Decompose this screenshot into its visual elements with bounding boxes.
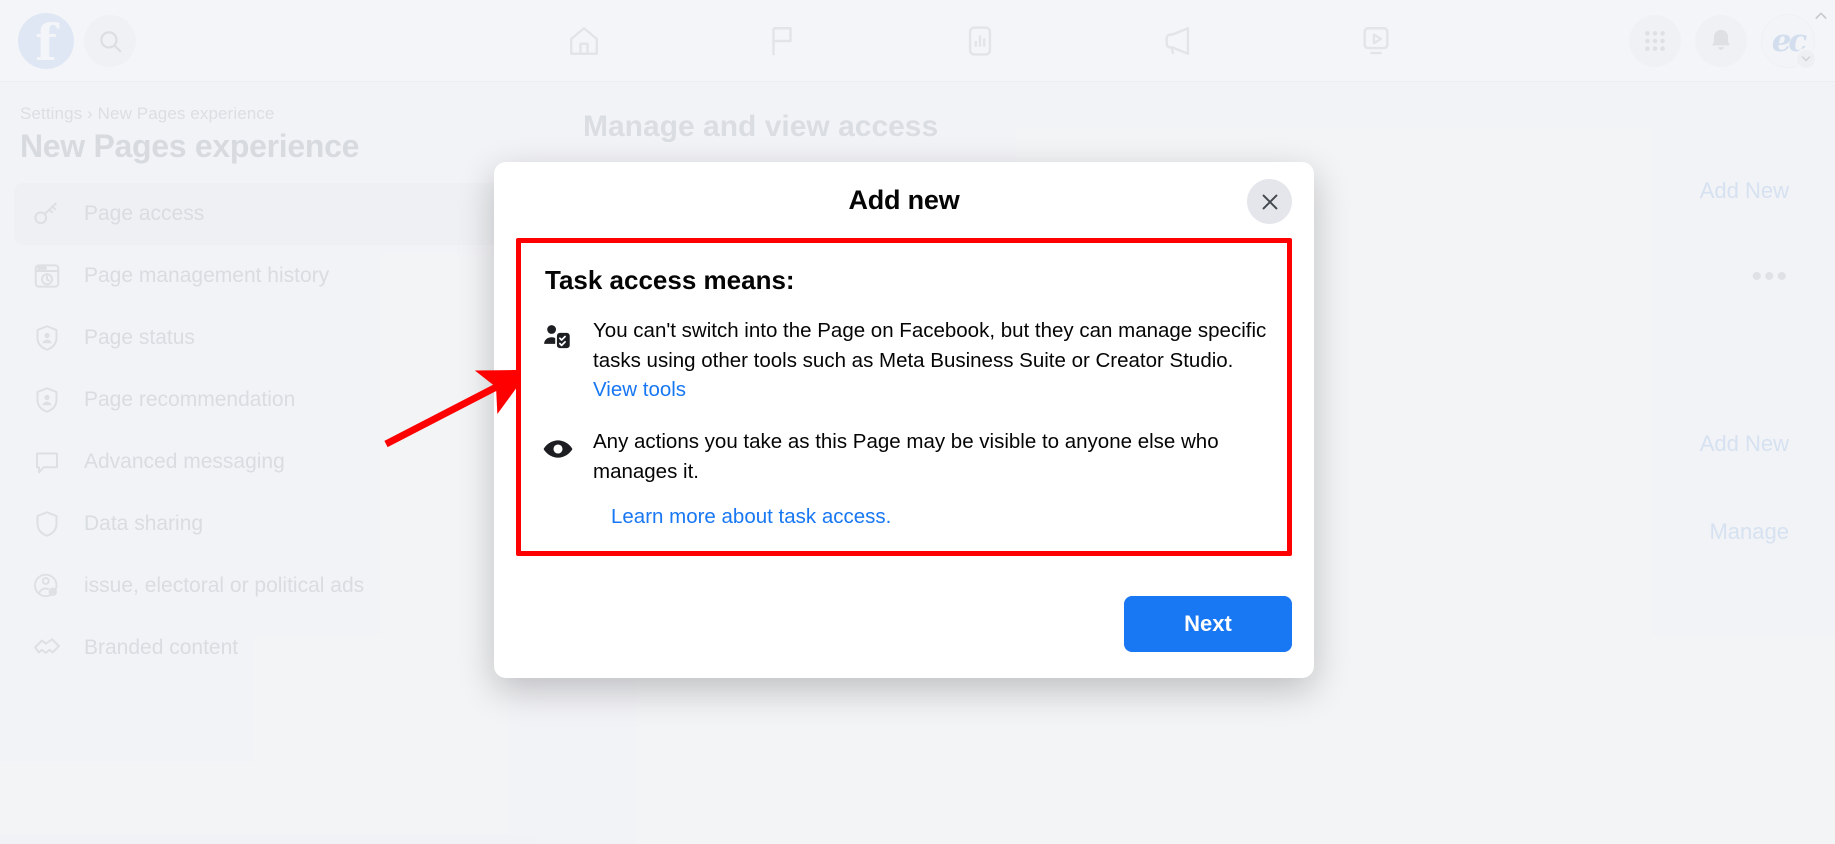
bullet-text: Any actions you take as this Page may be…: [593, 430, 1219, 483]
close-icon[interactable]: [1247, 179, 1292, 224]
sidebar-item-label: Page recommendation: [84, 388, 296, 411]
modal-body: Task access means: You can't switch into…: [494, 238, 1314, 572]
add-new-link[interactable]: Add New: [1700, 431, 1789, 457]
screen: f ec Settings › New Pages experience New…: [0, 0, 1835, 844]
sidebar-item-page-access[interactable]: Page access: [14, 183, 523, 245]
bell-icon[interactable]: [1695, 14, 1747, 67]
sidebar-item-label: Page status: [84, 326, 195, 349]
megaphone-icon[interactable]: [1141, 14, 1215, 68]
modal-header: Add new: [494, 162, 1314, 238]
ellipsis-icon[interactable]: •••: [1751, 262, 1789, 292]
add-new-modal: Add new Task access means: You can't swi…: [494, 162, 1314, 678]
speech-bubble-icon: [30, 445, 64, 479]
insights-chart-icon[interactable]: [943, 14, 1017, 68]
annotation-highlight-box: Task access means: You can't switch into…: [516, 238, 1292, 556]
add-new-link[interactable]: Add New: [1700, 178, 1789, 204]
history-window-icon: [30, 259, 64, 293]
search-icon[interactable]: [84, 14, 136, 67]
sidebar-item-label: Branded content: [84, 636, 239, 659]
sidebar-item-label: Advanced messaging: [84, 450, 285, 473]
sidebar-item-label: Page access: [84, 202, 205, 225]
sidebar-item-page-management-history[interactable]: Page management history: [14, 245, 523, 307]
sidebar-item-label: Data sharing: [84, 512, 204, 535]
sidebar-item-label: Page management history: [84, 264, 330, 287]
sidebar-item-page-status[interactable]: Page status: [14, 307, 523, 369]
home-icon[interactable]: [547, 14, 621, 68]
handshake-icon: [30, 631, 64, 665]
grid-menu-icon[interactable]: [1629, 14, 1681, 67]
top-navigation-bar: f ec: [0, 0, 1835, 82]
sidebar-item-issue-electoral-political-ads[interactable]: issue, electoral or political ads: [14, 555, 523, 617]
shield-person-icon: [30, 321, 64, 355]
key-icon: [30, 197, 64, 231]
topbar-nav-group: [330, 14, 1629, 68]
scroll-up-arrow-icon[interactable]: [1813, 8, 1829, 29]
eye-icon: [541, 427, 575, 486]
learn-more-link[interactable]: Learn more about task access.: [611, 505, 891, 528]
breadcrumb[interactable]: Settings › New Pages experience: [14, 96, 523, 124]
modal-title: Add new: [848, 184, 960, 215]
bullet-body: You can't switch into the Page on Facebo…: [593, 319, 1267, 372]
flag-icon[interactable]: [745, 14, 819, 68]
topbar-left-group: f: [0, 12, 330, 69]
bullet-item: Any actions you take as this Page may be…: [541, 427, 1267, 486]
sidebar-item-advanced-messaging[interactable]: Advanced messaging: [14, 431, 523, 493]
sidebar-item-label: issue, electoral or political ads: [84, 574, 365, 597]
section-title: Task access means:: [545, 265, 795, 295]
learn-more-row: Learn more about task access.: [541, 505, 1267, 529]
sidebar-item-branded-content[interactable]: Branded content: [14, 617, 523, 679]
modal-footer: Next: [494, 572, 1314, 678]
sidebar-item-data-sharing[interactable]: Data sharing: [14, 493, 523, 555]
content-heading: Manage and view access: [583, 110, 939, 143]
facebook-logo-icon[interactable]: f: [18, 12, 74, 69]
person-checklist-icon: [541, 316, 575, 405]
manage-link[interactable]: Manage: [1709, 519, 1789, 545]
video-monitor-icon[interactable]: [1339, 14, 1413, 68]
person-gear-icon: [30, 569, 64, 603]
view-tools-link[interactable]: View tools: [593, 378, 686, 401]
sidebar-item-page-recommendation[interactable]: Page recommendation: [14, 369, 523, 431]
shield-person-icon: [30, 383, 64, 417]
avatar[interactable]: ec: [1761, 13, 1817, 70]
page-title: New Pages experience: [20, 128, 360, 164]
next-button[interactable]: Next: [1124, 596, 1292, 652]
shield-icon: [30, 507, 64, 541]
chevron-down-icon[interactable]: [1795, 47, 1817, 70]
topbar-right-group: ec: [1629, 13, 1835, 70]
settings-sidebar: Settings › New Pages experience New Page…: [0, 82, 537, 834]
bullet-text: You can't switch into the Page on Facebo…: [593, 316, 1267, 405]
bullet-item: You can't switch into the Page on Facebo…: [541, 316, 1267, 405]
